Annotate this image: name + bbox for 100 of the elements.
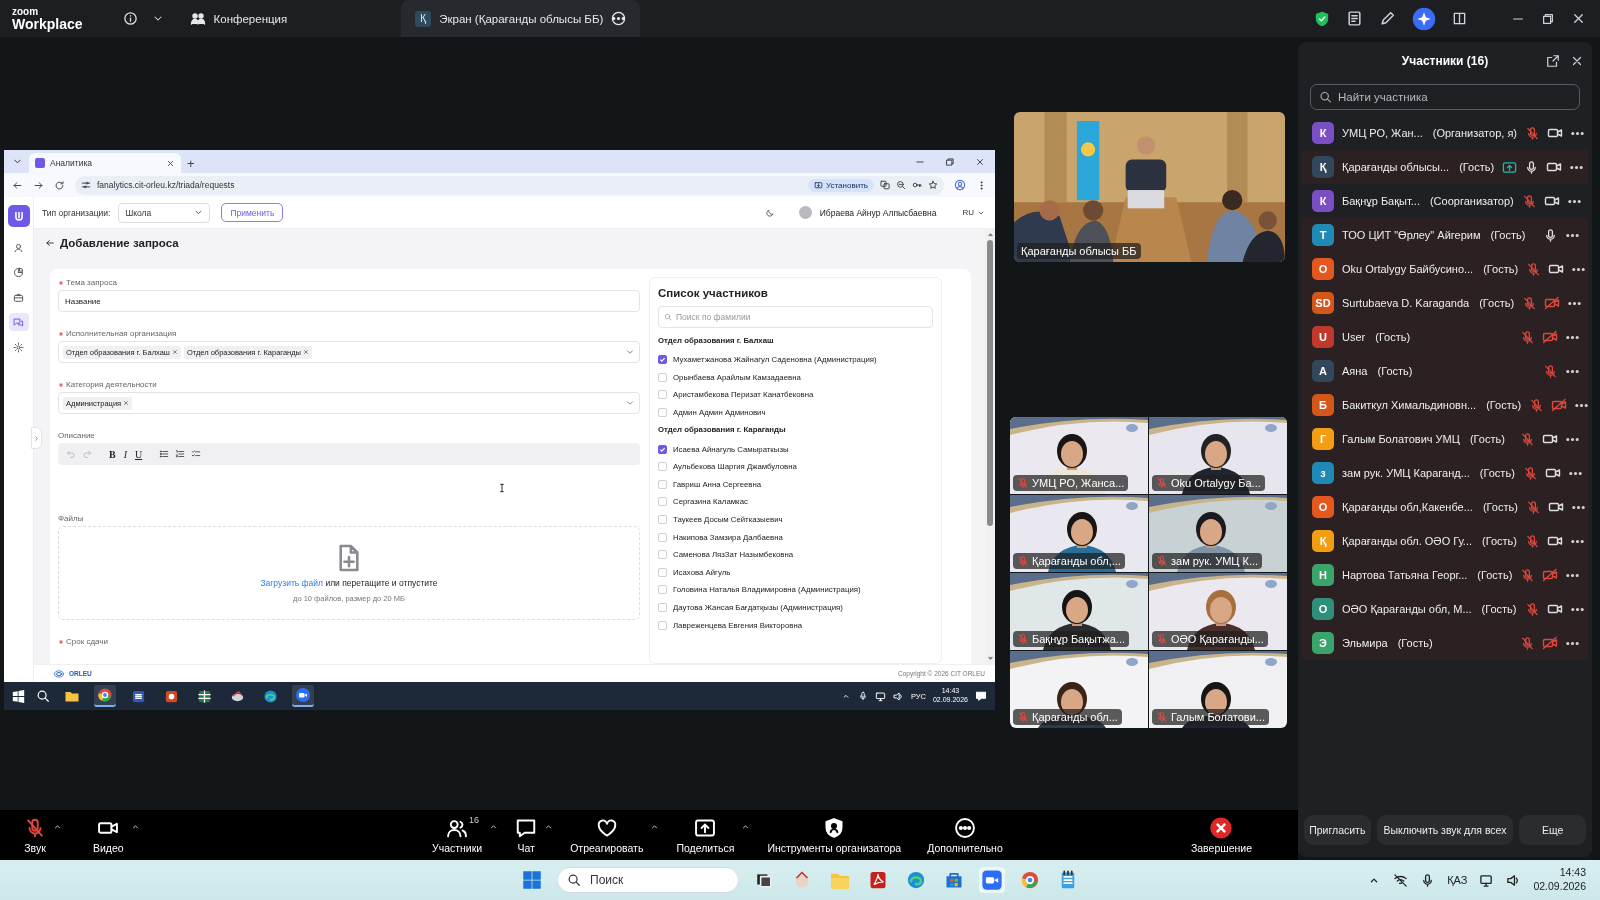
notes-icon[interactable] [1346,10,1363,27]
upload-link[interactable]: Загрузить файл [260,577,323,588]
checkbox[interactable] [658,444,667,454]
clock[interactable]: 14:43 02.09.2026 [1533,866,1586,894]
end-button[interactable]: Завершение [1186,816,1262,854]
restore-icon[interactable] [1541,11,1555,26]
participant-row[interactable]: Э Эльмира (Гость) [1302,626,1588,660]
apply-button[interactable]: Применить [221,203,284,222]
org-type-select[interactable]: Школа [118,202,211,223]
zoom-out-icon[interactable] [896,180,906,190]
search-icon[interactable] [36,689,50,703]
microphone-off-icon[interactable] [1529,397,1545,413]
pdf-app-icon[interactable] [868,870,888,890]
participant-row[interactable]: О Қарағанды обл,Какенбе... (Гость) [1302,490,1588,524]
participant-row[interactable]: К УМЦ РО, Жан... (Организатор, я) [1302,116,1588,150]
close-icon[interactable] [1570,54,1584,68]
participant-row[interactable]: Б Бакиткул Химальдиновн... (Гость) [1302,388,1588,422]
toolbar-button[interactable]: Поделиться [672,816,739,854]
new-tab-button[interactable]: + [187,153,195,173]
start-icon[interactable] [12,689,25,703]
participant-row[interactable]: Т ТОО ЦИТ "Өрлеу" Айгерим (Гость) [1302,218,1588,252]
microphone-off-icon[interactable] [1520,431,1535,447]
panel-button[interactable]: Пригласить [1304,815,1371,845]
microphone-off-icon[interactable] [1522,295,1538,311]
toolbar-button[interactable]: Участники 16 [428,816,487,854]
profile-icon[interactable] [954,179,966,191]
camera-off-icon[interactable] [1542,567,1559,583]
microphone-off-icon[interactable] [1520,329,1535,345]
back-icon[interactable] [45,238,55,248]
site-settings-icon[interactable] [81,180,91,190]
participant-row[interactable]: Г Галым Болатович УМЦ (Гость) [1302,422,1588,456]
document-app-icon[interactable] [130,688,146,704]
network-off-icon[interactable] [1393,872,1409,888]
participant-row[interactable]: Қ Қарағанды облысы... (Гость) [1302,150,1588,184]
app-logo[interactable] [7,205,30,227]
shield-icon[interactable] [1314,10,1330,27]
forward-icon[interactable] [33,179,44,191]
video-tile[interactable]: ОӘО Қарағанды... [1149,573,1287,650]
microphone-off-icon[interactable] [1524,601,1540,617]
address-bar[interactable]: fanalytics.cit-orleu.kz/triada/requests Установить [75,175,944,195]
microphone-icon[interactable] [1543,227,1558,243]
camera-off-icon[interactable] [1551,397,1568,413]
camera-off-icon[interactable] [1542,635,1558,651]
participant-row[interactable]: U User (Гость) [1302,320,1588,354]
key-icon[interactable] [912,180,922,190]
participant-row[interactable]: К Бақнұр Бақыт... (Соорганизатор) [1302,184,1588,218]
text-field[interactable]: Название [58,290,640,312]
microphone-icon[interactable] [857,691,868,701]
toolbar-button[interactable]: Дополнительно [923,816,1013,854]
start-icon[interactable] [522,870,542,890]
microphone-off-icon[interactable] [1526,261,1542,277]
pencil-icon[interactable] [1379,10,1396,27]
microphone-off-icon[interactable] [1543,363,1558,379]
microphone-off-icon[interactable] [1525,125,1540,141]
info-icon[interactable] [122,11,138,26]
pop-out-icon[interactable] [1546,54,1560,68]
participant-row[interactable]: з зам рук. УМЦ Караганд... (Гость) [1302,456,1588,490]
video-tile[interactable]: Қарағанды обл,... [1010,495,1148,572]
video-camera-icon[interactable] [981,869,1003,891]
panel-button[interactable]: Еще [1519,815,1586,845]
format-button[interactable]: B [108,448,117,460]
microphone-off-icon[interactable] [1525,533,1540,549]
scroll-down-icon[interactable] [986,655,994,662]
microphone-off-icon[interactable] [1520,567,1536,583]
store-icon[interactable] [944,870,964,890]
scrollbar[interactable] [985,229,995,664]
meeting-tab[interactable]: Конференция [175,0,302,37]
language-select[interactable]: RU [962,208,985,217]
close-icon[interactable] [1571,11,1586,26]
microphone-off-icon[interactable] [1521,193,1537,209]
notifications-icon[interactable] [975,690,987,702]
monitor-icon[interactable] [1479,872,1495,888]
format-button[interactable]: I [122,448,128,460]
video-tile[interactable]: УМЦ РО, Жанса... [1010,417,1148,494]
microphone-off-icon[interactable] [1520,635,1535,651]
install-button[interactable]: Установить [808,178,874,192]
sparkle-icon[interactable] [1412,6,1436,31]
toolbar-button[interactable]: Инструменты организатора [763,816,912,854]
layout-icon[interactable] [1452,11,1467,26]
video-tile[interactable]: Бақнұр Бақытжа... [1010,573,1148,650]
keyboard-language[interactable]: ҚАЗ [1447,874,1468,886]
speaker-icon[interactable] [892,690,904,702]
video-tile[interactable]: Қарағанды облысы ББ [1014,112,1285,262]
video-tile[interactable]: Қарағанды обл... [1010,651,1148,728]
app-icon[interactable] [229,688,245,704]
browser-icon[interactable] [262,688,278,704]
network-icon[interactable] [874,690,886,702]
video-camera-icon[interactable] [295,687,311,703]
star-icon[interactable] [928,180,938,190]
translate-icon[interactable] [880,180,890,190]
numbered-list-icon[interactable] [175,449,186,459]
video-tile[interactable]: Галым Болатови... [1149,651,1287,728]
meeting-tab[interactable]: Қ Экран (Қарағанды облысы ББ) [401,0,641,37]
close-icon[interactable] [975,156,985,167]
close-icon[interactable] [166,158,175,168]
restore-icon[interactable] [945,156,955,167]
video-tile[interactable]: Oku Ortalygy Ба... [1149,417,1287,494]
participant-row[interactable]: Н Нартова Татьяна Георг... (Гость) [1302,558,1588,592]
camera-off-icon[interactable] [1542,329,1558,345]
participant-row[interactable]: SD Surtubaeva D. Karaganda (Гость) [1302,286,1588,320]
